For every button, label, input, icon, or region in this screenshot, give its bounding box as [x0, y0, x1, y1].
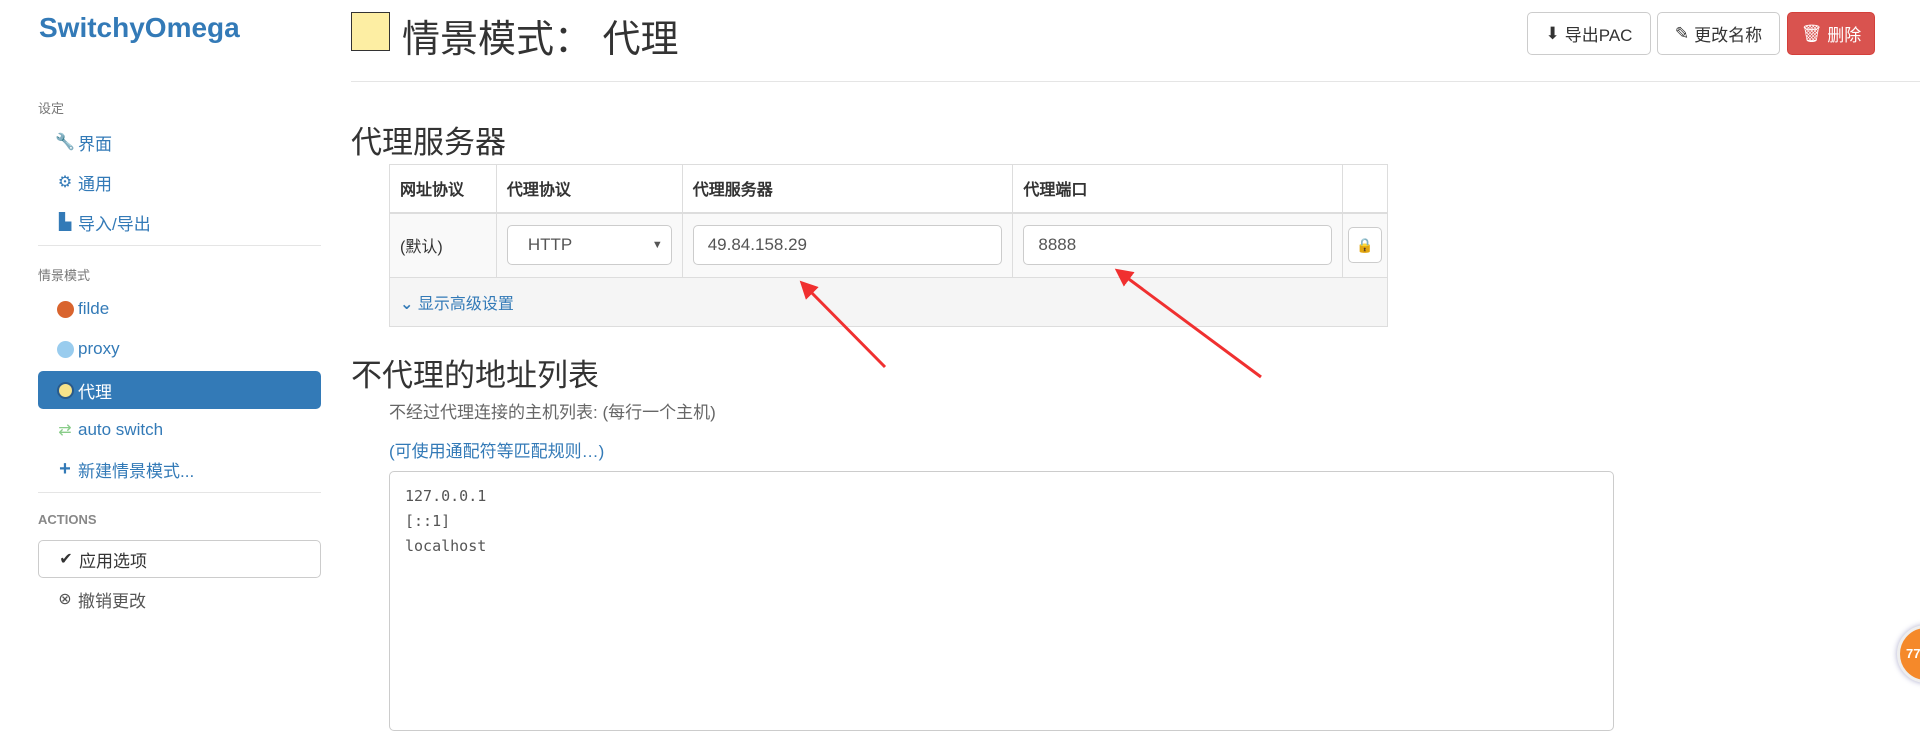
annotation-arrow: [799, 280, 887, 369]
annotation-arrow: [1114, 268, 1262, 379]
annotation-arrows: [799, 268, 1262, 379]
